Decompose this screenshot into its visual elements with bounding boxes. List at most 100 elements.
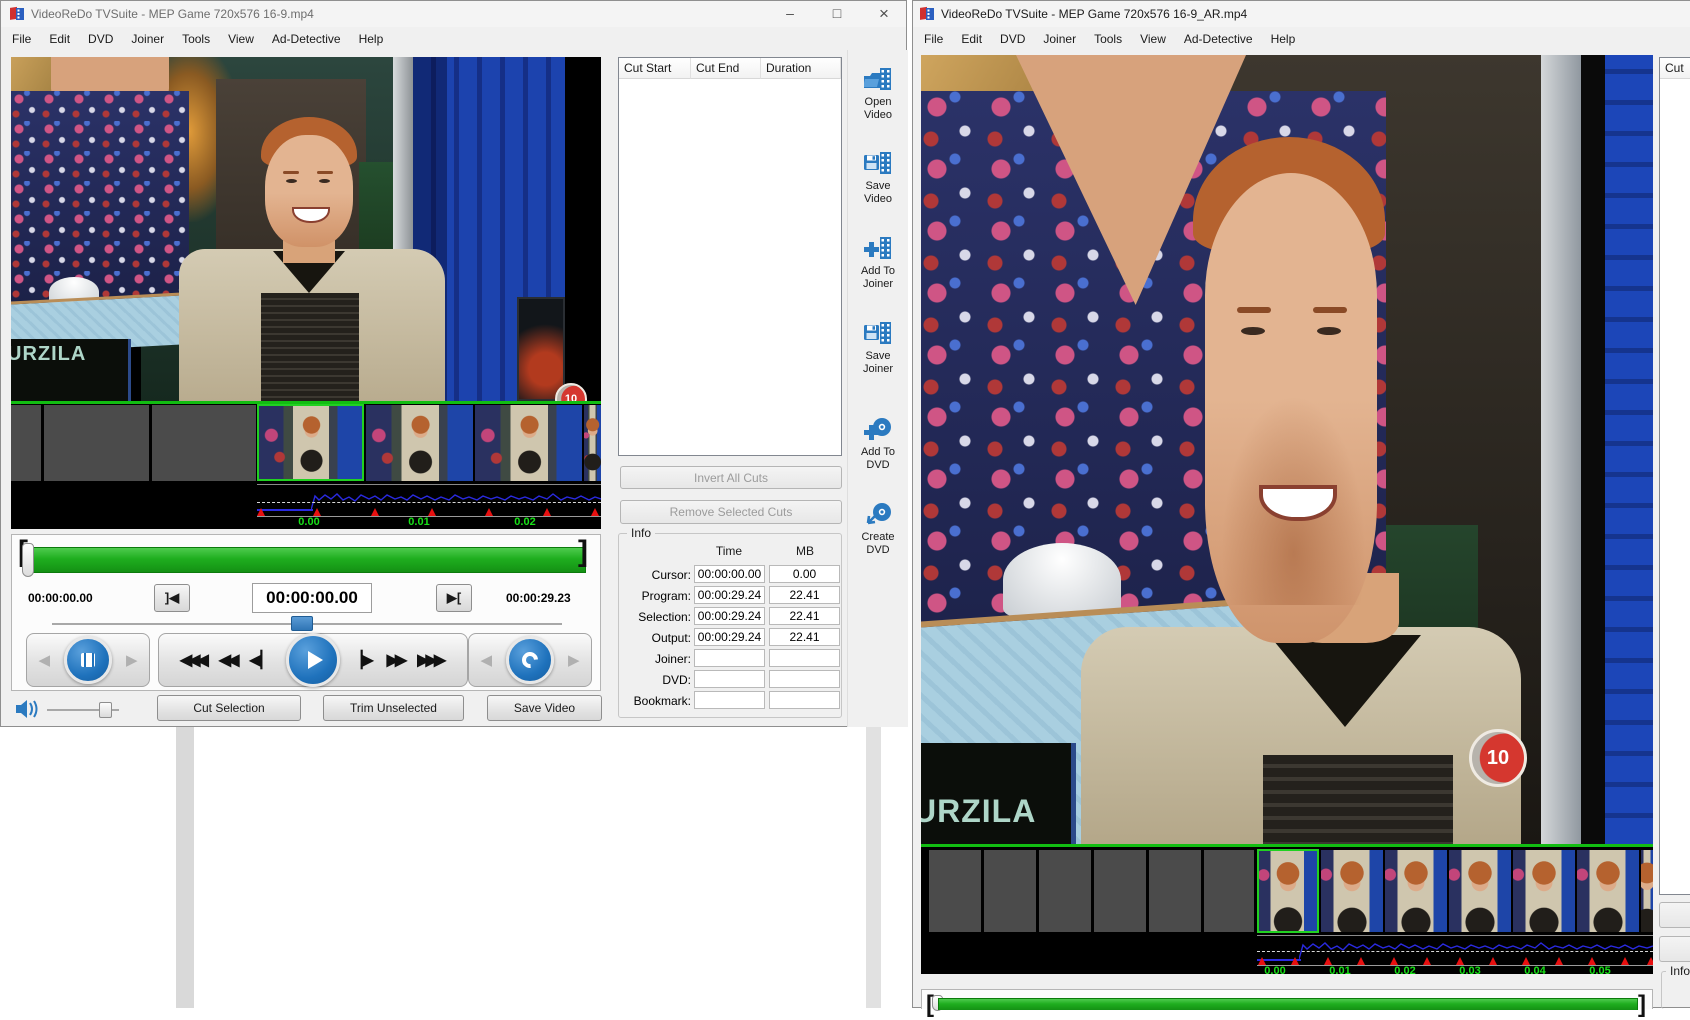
minimize-button[interactable]: – (771, 1, 809, 26)
cut-start-column-header[interactable]: Cut (1660, 58, 1690, 79)
menu-ad-detective[interactable]: Ad-Detective (263, 29, 350, 49)
waveform-top-line (1257, 935, 1653, 936)
start-time: 00:00:00.00 (28, 591, 93, 605)
next-scene-arrow[interactable]: ▶ (568, 651, 580, 669)
selection-end-bracket[interactable]: ] (578, 537, 588, 567)
save-video-button[interactable]: Save Video (487, 695, 602, 721)
info-row-label: Bookmark: (633, 694, 691, 708)
menu-joiner[interactable]: Joiner (122, 29, 173, 49)
shuttle-slider-thumb[interactable] (291, 616, 313, 631)
menu-ad-detective[interactable]: Ad-Detective (1175, 29, 1262, 49)
menu-help[interactable]: Help (1262, 29, 1305, 49)
timeline-thumbnail[interactable] (366, 405, 473, 481)
timeline-thumbnail[interactable] (1449, 850, 1511, 932)
right-title-bar[interactable]: VideoReDo TVSuite - MEP Game 720x576 16-… (913, 1, 1690, 27)
close-button[interactable]: × (865, 1, 903, 26)
info-legend: Info (627, 526, 656, 540)
fast-forward-button[interactable]: ▶▶▶ (417, 650, 446, 670)
timeline-strip[interactable]: 0.00 0.01 0.02 (11, 404, 601, 529)
info-bookmark-mb (769, 691, 840, 709)
frame-marker (313, 508, 321, 516)
video-preview[interactable]: URZILA 10 (11, 57, 601, 401)
timeline-tick-label: 0.05 (1589, 965, 1611, 974)
man-eyebrow (1237, 307, 1271, 313)
cut-start-column-header[interactable]: Cut Start (619, 58, 691, 79)
info-joiner-mb (769, 649, 840, 667)
timeline-thumbnail[interactable] (1577, 850, 1639, 932)
step-back-button[interactable]: ◀▏ (249, 650, 276, 670)
desk-screen-text: URZILA (921, 793, 1037, 829)
invert-all-cuts-button[interactable]: Invert All Cuts (620, 466, 842, 489)
menu-tools[interactable]: Tools (1085, 29, 1131, 49)
info-selection-mb: 22.41 (769, 607, 840, 625)
next-cut-arrow[interactable]: ▶ (126, 651, 138, 669)
frame-marker (543, 508, 551, 516)
menu-help[interactable]: Help (350, 29, 393, 49)
invert-all-cuts-button-partial[interactable] (1659, 902, 1690, 928)
timeline-thumbnail[interactable] (584, 405, 601, 481)
menu-file[interactable]: File (915, 29, 952, 49)
man-eye (286, 179, 297, 183)
timeline-empty-cell (1094, 850, 1146, 932)
timeline-empty-cell (929, 850, 981, 932)
menu-file[interactable]: File (3, 29, 40, 49)
scene-button-group: ◀ ▶ (468, 633, 592, 687)
timeline-thumbnail[interactable] (1641, 850, 1653, 932)
timeline-thumbnail[interactable] (475, 405, 582, 481)
mark-selection-end-button[interactable]: ▶[ (436, 584, 472, 612)
left-title-bar[interactable]: VideoReDo TVSuite - MEP Game 720x576 16-… (1, 1, 906, 27)
cut-end-column-header[interactable]: Cut End (691, 58, 761, 79)
timeline-thumbnail-selected[interactable] (1257, 849, 1319, 933)
app-icon (920, 6, 934, 20)
menu-edit[interactable]: Edit (952, 29, 991, 49)
prev-cut-arrow[interactable]: ◀ (38, 651, 50, 669)
channel-10-text: 10 (564, 393, 578, 401)
right-menu-bar: File Edit DVD Joiner Tools View Ad-Detec… (913, 27, 1690, 50)
scene-skip-button[interactable] (506, 636, 554, 684)
timeline-thumbnail-selected[interactable] (257, 404, 364, 481)
cut-list-partial[interactable]: Cut (1659, 57, 1690, 895)
man-eyebrow (317, 171, 333, 174)
selection-end-bracket[interactable]: ] (1638, 990, 1646, 1020)
rewind-button[interactable]: ◀◀ (219, 650, 240, 670)
timeline-strip[interactable]: 0.00 0.01 0.02 0.03 0.04 0.05 0.06 (921, 847, 1653, 974)
cut-list[interactable]: Cut Start Cut End Duration (618, 57, 842, 456)
volume-slider-thumb[interactable] (99, 702, 112, 718)
timeline-tick-label: 0.04 (1524, 965, 1546, 974)
man-eye (1317, 327, 1341, 335)
info-group-partial: Info (1661, 964, 1690, 1009)
fast-rewind-button[interactable]: ◀◀◀ (180, 650, 209, 670)
timeline-thumbnail[interactable] (1321, 850, 1383, 932)
remove-selected-cuts-button-partial[interactable] (1659, 936, 1690, 962)
selection-seek-bar[interactable] (938, 998, 1638, 1010)
menu-dvd[interactable]: DVD (991, 29, 1034, 49)
trim-unselected-button[interactable]: Trim Unselected (323, 695, 464, 721)
maximize-button[interactable]: □ (818, 1, 856, 26)
seek-position-thumb[interactable] (22, 543, 34, 577)
timeline-empty-cell (1149, 850, 1201, 932)
step-forward-button[interactable]: ▕▶ (350, 650, 377, 670)
menu-edit[interactable]: Edit (40, 29, 79, 49)
channel-10-logo: 10 (1469, 729, 1527, 787)
menu-joiner[interactable]: Joiner (1034, 29, 1085, 49)
menu-tools[interactable]: Tools (173, 29, 219, 49)
app-icon (10, 6, 24, 20)
cut-selection-button[interactable]: Cut Selection (157, 695, 301, 721)
play-button[interactable] (286, 633, 340, 687)
menu-view[interactable]: View (1131, 29, 1175, 49)
video-preview[interactable]: URZILA 10 (921, 55, 1653, 844)
timeline-thumbnail[interactable] (1513, 850, 1575, 932)
desktop-background (0, 727, 912, 1008)
frame-marker (1522, 957, 1530, 965)
timeline-thumbnail[interactable] (1385, 850, 1447, 932)
menu-view[interactable]: View (219, 29, 263, 49)
prev-scene-arrow[interactable]: ◀ (480, 651, 492, 669)
selection-seek-bar[interactable] (28, 547, 586, 573)
remove-selected-cuts-button[interactable]: Remove Selected Cuts (620, 500, 842, 524)
menu-dvd[interactable]: DVD (79, 29, 122, 49)
mark-selection-start-button[interactable]: ]◀ (154, 584, 190, 612)
forward-button[interactable]: ▶▶ (387, 650, 408, 670)
stop-button[interactable] (64, 636, 112, 684)
duration-column-header[interactable]: Duration (761, 58, 841, 79)
woman-floral-dress (11, 91, 189, 303)
